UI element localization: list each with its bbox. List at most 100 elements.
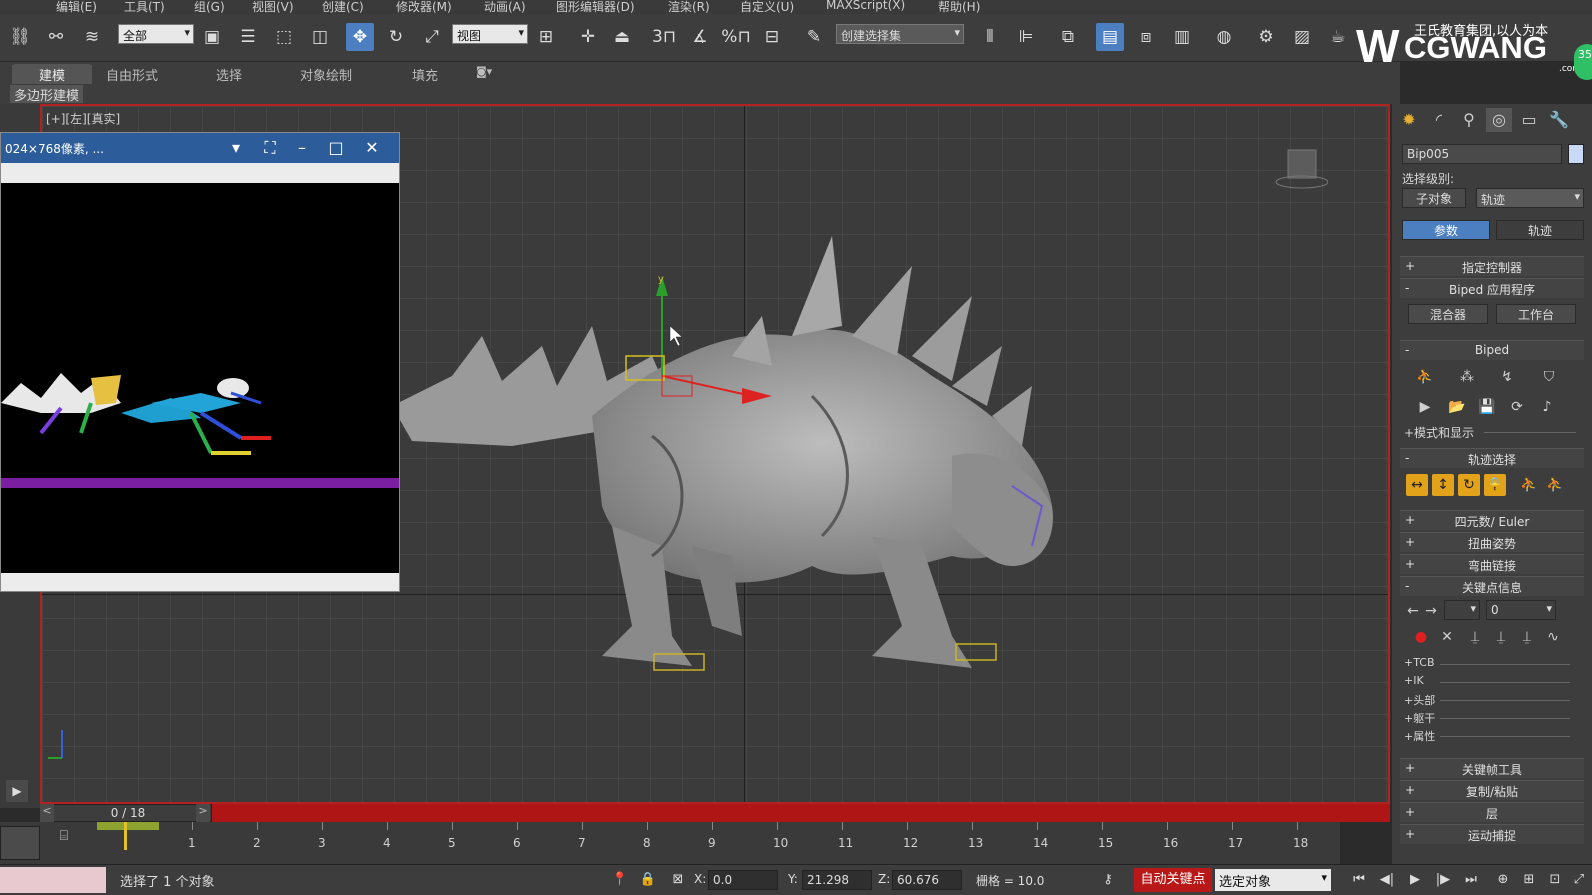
menu-views[interactable]: 视图(V) [252,0,294,14]
select-rotate-icon[interactable]: ↻ [382,23,410,51]
manipulate-icon[interactable]: ✛ [574,23,602,51]
move-all-mode-icon[interactable]: ♪ [1536,396,1558,418]
display-tab-icon[interactable]: ▭ [1516,108,1542,132]
x-coordinate-field[interactable]: 0.0 [708,870,778,890]
menu-modifiers[interactable]: 修改器(M) [396,0,452,14]
z-coordinate-field[interactable]: 60.676 [892,870,962,890]
sub-object-button[interactable]: 子对象 [1402,188,1466,208]
polygon-modeling-label[interactable]: 多边形建模 [10,85,84,104]
rollout-quaternion-euler[interactable]: + 四元数/ Euler [1400,510,1584,530]
play-icon[interactable]: ▶ [1404,869,1426,891]
motion-flow-icon[interactable]: ↯ [1496,366,1518,388]
rollout-keyframing-tools[interactable]: + 关键帧工具 [1400,758,1584,778]
menu-animation[interactable]: 动画(A) [484,0,526,14]
selection-filter-dropdown[interactable]: 全部 [118,24,194,44]
time-slider-prev[interactable]: < [40,804,54,822]
lock-cob-keys-icon[interactable]: 🔒 [1484,474,1506,496]
mixer-button[interactable]: 混合器 [1408,304,1488,324]
biped-playback-icon[interactable]: ▶ [1414,396,1436,418]
tab-selection[interactable]: 选择 [208,64,250,84]
edit-named-sel-icon[interactable]: ✎ [800,23,828,51]
mixer-mode-icon[interactable]: ⛉ [1538,366,1560,388]
footstep-mode-icon[interactable]: ⁂ [1456,366,1478,388]
layer-manager-icon[interactable]: ⧉ [1054,23,1082,51]
body-horizontal-icon[interactable]: ↔ [1406,474,1428,496]
sub-rollout-tcb[interactable]: +TCB [1404,656,1435,669]
trajectories-tab[interactable]: 轨迹 [1496,220,1584,240]
select-by-name-icon[interactable]: ☰ [234,23,262,51]
curve-editor-icon[interactable]: ⧈ [1132,23,1160,51]
reference-coordinate-dropdown[interactable]: 视图 [452,24,528,44]
menu-create[interactable]: 创建(C) [322,0,364,14]
render-setup-icon[interactable]: ⚙ [1252,23,1280,51]
menu-edit[interactable]: 编辑(E) [56,0,97,14]
key-filter-icon[interactable]: ⌸ [52,824,76,848]
tab-freeform[interactable]: 自由形式 [98,64,166,84]
zoom-all-icon[interactable]: ⊞ [1518,869,1540,891]
rollout-bend-links[interactable]: + 弯曲链接 [1400,554,1584,574]
track-bar[interactable]: ⌸ 1 2 3 4 5 6 7 8 9 10 11 12 13 14 15 16 17 18 [0,822,1340,864]
mode-display-label[interactable]: +模式和显示 [1404,424,1474,441]
angle-snap-icon[interactable]: ∡ [686,23,714,51]
viewport-label[interactable]: [+][左][真实] [46,110,120,127]
menu-help[interactable]: 帮助(H) [938,0,980,14]
ribbon-options-icon[interactable]: ◙▾ [468,64,500,84]
sub-rollout-body[interactable]: +躯干 [1404,710,1435,726]
menu-group[interactable]: 组(G) [194,0,225,14]
selection-level-dropdown[interactable]: 轨迹 [1476,188,1584,208]
zoom-extents-icon[interactable]: ⊡ [1544,869,1566,891]
minimize-icon[interactable]: – [291,137,313,159]
link-icon[interactable]: ⛓ [6,23,34,51]
key-number-field[interactable] [1444,600,1480,620]
next-key-icon[interactable]: → [1420,600,1442,622]
window-titlebar[interactable]: 024×768像素, ... ▾ ⛶ – □ ✕ [1,133,399,163]
load-file-icon[interactable]: 📂 [1446,396,1468,418]
maxscript-listener-mini[interactable] [0,867,106,893]
trajectories-icon[interactable]: ∿ [1542,626,1564,648]
menu-rendering[interactable]: 渲染(R) [668,0,710,14]
convert-icon[interactable]: ⟳ [1506,396,1528,418]
bind-spacewarp-icon[interactable]: ≋ [78,23,106,51]
chevron-down-icon[interactable]: ▾ [225,137,247,159]
close-icon[interactable]: ✕ [361,137,383,159]
workbench-button[interactable]: 工作台 [1496,304,1576,324]
set-sliding-key-icon[interactable]: ⍊ [1490,626,1512,648]
select-object-icon[interactable]: ▣ [198,23,226,51]
select-scale-icon[interactable]: ⤢ [418,23,446,51]
body-vertical-icon[interactable]: ↕ [1432,474,1454,496]
create-tab-icon[interactable]: ✹ [1396,108,1422,132]
figure-mode-icon[interactable]: ⛹ [1414,366,1436,388]
menu-customize[interactable]: 自定义(U) [740,0,794,14]
rollout-twist-poses[interactable]: + 扭曲姿势 [1400,532,1584,552]
utilities-tab-icon[interactable]: 🔧 [1546,108,1572,132]
time-slider-handle[interactable]: 0 / 18 [44,804,212,822]
sub-rollout-ik[interactable]: +IK [1404,674,1424,687]
rollout-track-selection[interactable]: - 轨迹选择 [1400,448,1584,468]
snap-toggle-icon[interactable]: 3 ⊓ [650,23,678,51]
spinner-snap-icon[interactable]: ⊟ [758,23,786,51]
sub-rollout-head[interactable]: +头部 [1404,692,1435,708]
y-coordinate-field[interactable]: 21.298 [802,870,872,890]
parameters-tab[interactable]: 参数 [1402,220,1490,240]
symmetrical-icon[interactable]: ⛹ [1518,474,1540,496]
key-icon[interactable]: ⚷ [1098,869,1118,891]
rollout-motion-capture[interactable]: + 运动捕捉 [1400,824,1584,844]
render-teapot-icon[interactable]: ☕ [1324,23,1352,51]
hierarchy-tab-icon[interactable]: ⚲ [1456,108,1482,132]
opposite-icon[interactable]: ⛹ [1544,474,1566,496]
selection-lock-icon[interactable]: 🔒 [638,869,658,891]
sub-rollout-properties[interactable]: +属性 [1404,728,1435,744]
expand-arrow-icon[interactable]: ▶ [6,780,28,802]
mini-curve-toggle[interactable] [0,826,40,860]
keyboard-shortcut-icon[interactable]: ⏏ [608,23,636,51]
mirror-icon[interactable]: ⫴ [976,23,1004,51]
object-name-field[interactable]: Bip005 [1402,144,1562,164]
set-planted-key-icon[interactable]: ⍊ [1464,626,1486,648]
select-move-icon[interactable]: ✥ [346,23,374,51]
rendered-frame-window[interactable]: 024×768像素, ... ▾ ⛶ – □ ✕ [0,132,400,592]
schematic-view-icon[interactable]: ▥ [1168,23,1196,51]
rollout-biped[interactable]: - Biped [1400,340,1584,360]
rollout-biped-apps[interactable]: - Biped 应用程序 [1400,278,1584,298]
zoom-icon[interactable]: ⊕ [1492,869,1514,891]
tab-object-paint[interactable]: 对象绘制 [292,64,360,84]
